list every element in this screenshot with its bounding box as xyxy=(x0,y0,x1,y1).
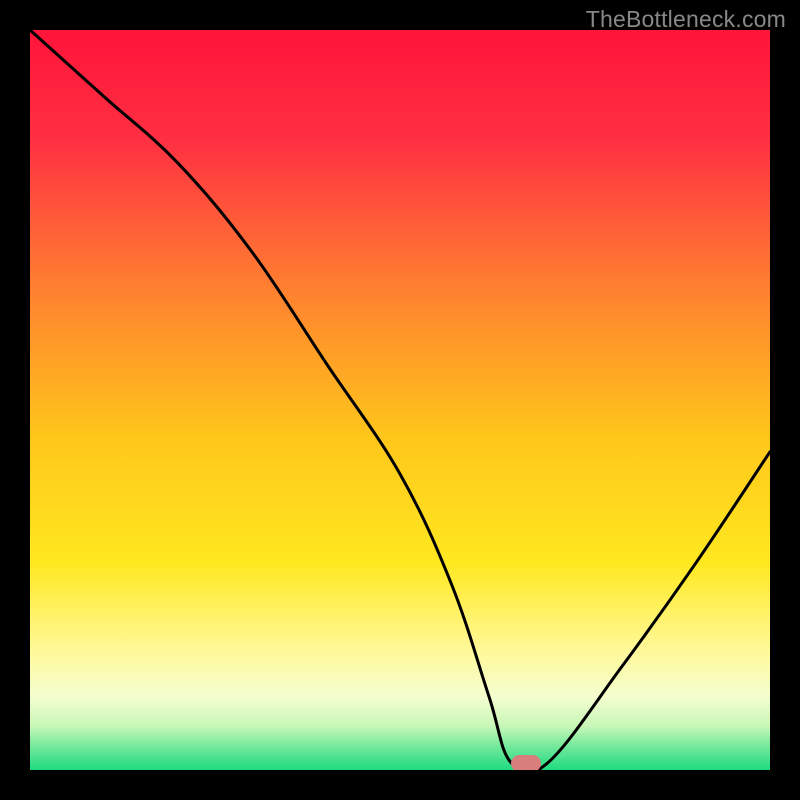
plot-area xyxy=(30,30,770,770)
chart-frame: TheBottleneck.com xyxy=(0,0,800,800)
bottleneck-curve xyxy=(30,30,770,770)
watermark-text: TheBottleneck.com xyxy=(586,6,786,33)
optimal-marker xyxy=(511,755,541,770)
